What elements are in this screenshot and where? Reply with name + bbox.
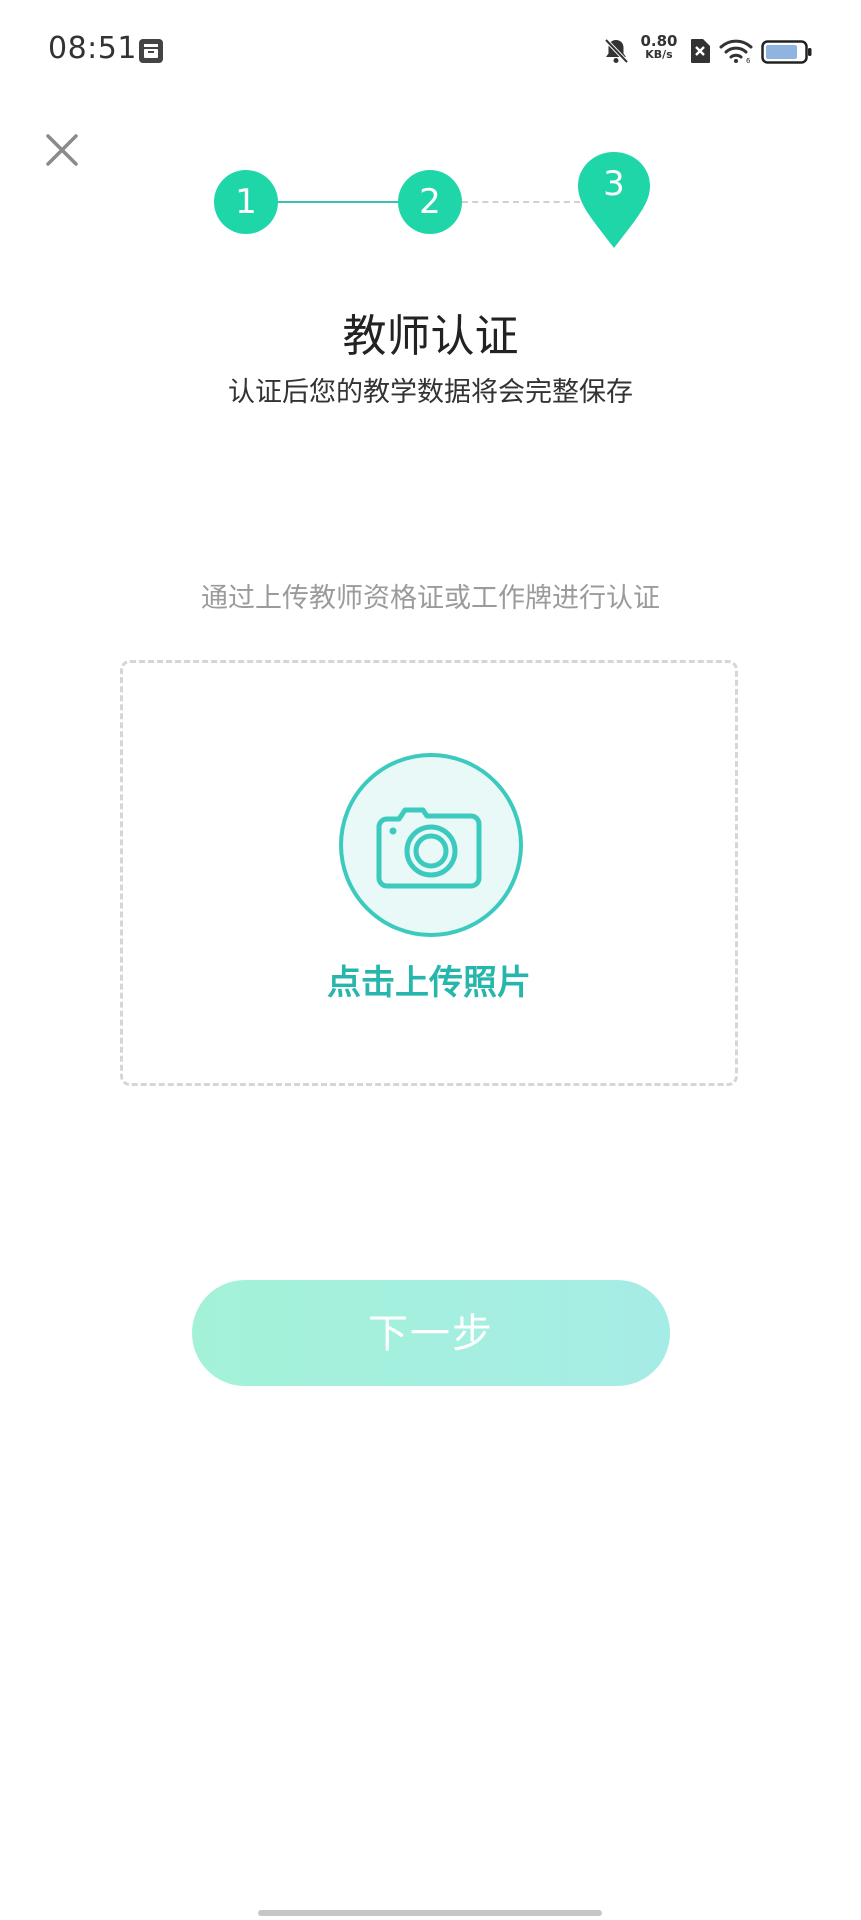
page-title: 教师认证 — [342, 311, 519, 362]
camera-icon — [376, 807, 482, 889]
bell-muted-icon — [604, 38, 629, 64]
sim-off-icon — [691, 39, 710, 63]
step-3-label: 3 — [603, 164, 625, 204]
step-3-current: 3 — [576, 150, 652, 250]
app-notification-icon — [139, 39, 163, 63]
progress-stepper: 1 2 3 — [0, 150, 861, 260]
wifi-icon: 6 — [719, 39, 753, 64]
upload-hint: 通过上传教师资格证或工作牌进行认证 — [201, 583, 660, 614]
page-subtitle: 认证后您的教学数据将会完整保存 — [228, 377, 633, 408]
upload-photo-label[interactable]: 点击上传照片 — [123, 955, 735, 1004]
svg-text:6: 6 — [746, 57, 751, 64]
teacher-verification-screen: 08:51 0.80 KB/s 6 1 2 3 教师认证 认证后您的教学数据将会… — [0, 0, 861, 1920]
network-speed-unit: KB/s — [645, 48, 673, 61]
camera-button[interactable] — [339, 753, 523, 937]
status-bar: 08:51 0.80 KB/s 6 — [0, 0, 861, 100]
step-connector-completed — [278, 201, 398, 203]
upload-photo-area[interactable]: 点击上传照片 — [120, 660, 738, 1086]
status-time: 08:51 — [48, 31, 137, 66]
network-speed: 0.80 KB/s — [637, 34, 681, 62]
home-indicator[interactable] — [258, 1910, 602, 1916]
step-2: 2 — [398, 170, 462, 234]
step-1: 1 — [214, 170, 278, 234]
network-speed-value: 0.80 — [640, 32, 678, 50]
next-step-button[interactable]: 下一步 — [192, 1280, 670, 1386]
battery-icon — [761, 40, 812, 64]
step-connector-pending — [462, 201, 580, 203]
